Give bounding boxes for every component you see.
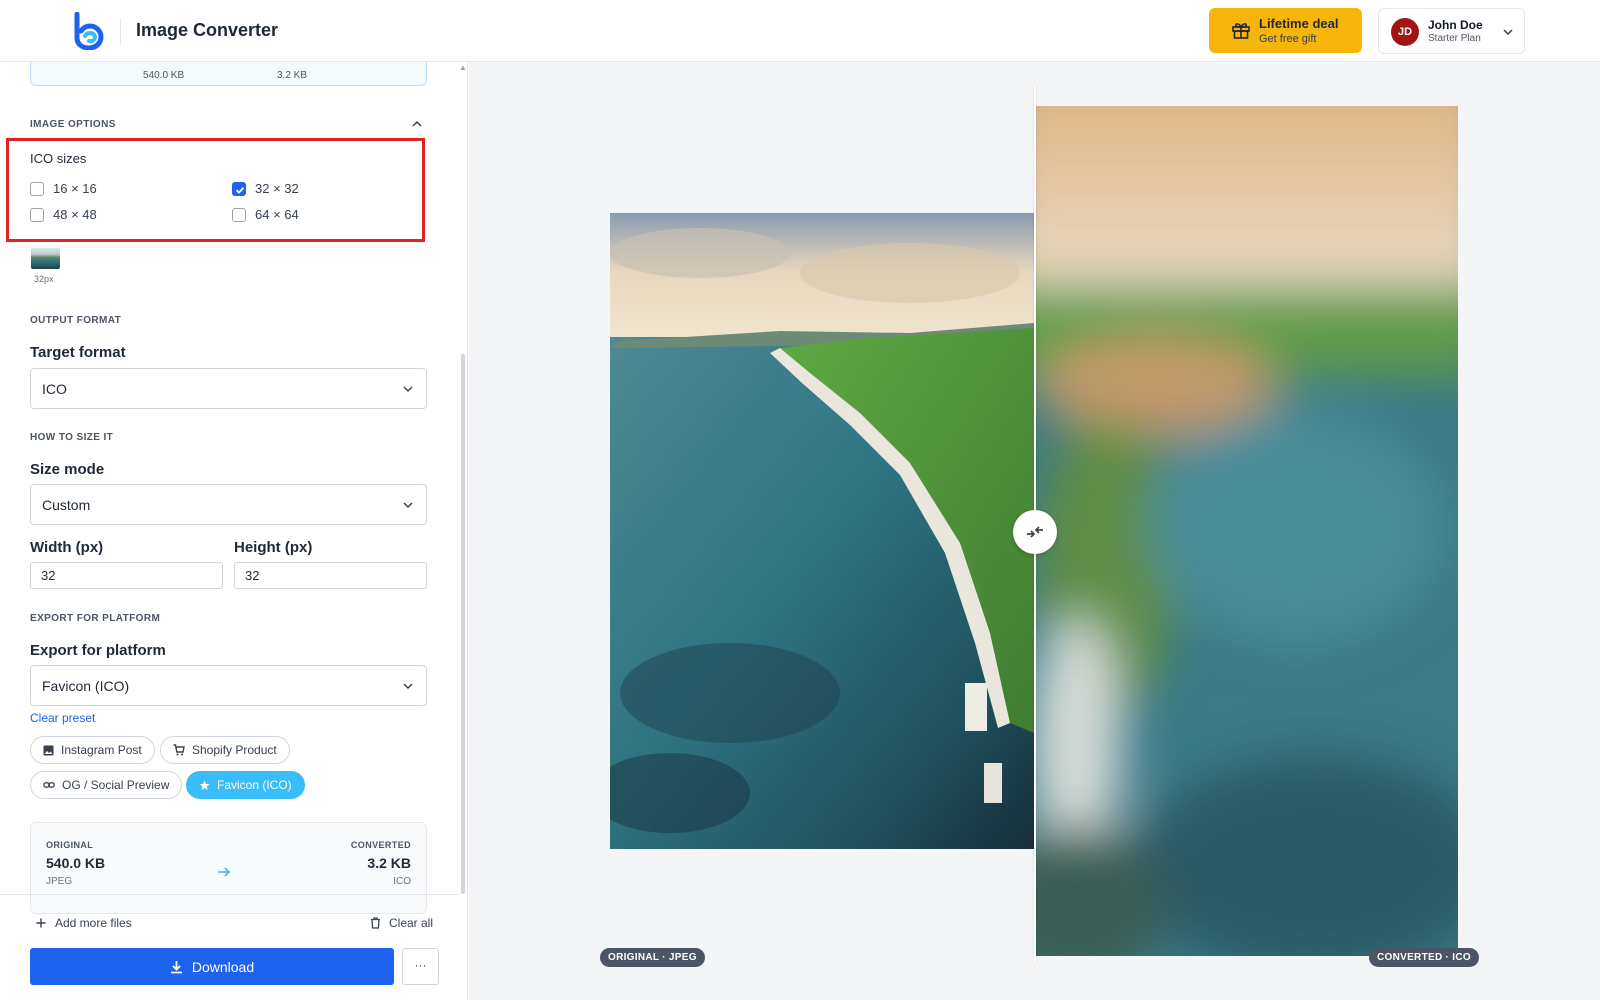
converted-format: ICO (393, 876, 411, 887)
avatar: JD (1391, 18, 1419, 46)
checkbox-box[interactable] (30, 207, 44, 222)
download-label: Download (191, 958, 255, 975)
original-label: ORIGINAL (46, 840, 94, 850)
preset-instagram-post-chip[interactable]: Instagram Post (30, 736, 155, 764)
target-format-select[interactable]: ICO (30, 368, 427, 409)
ico-sizes-title: ICO sizes (30, 151, 87, 166)
height-input[interactable] (234, 562, 427, 589)
ico-size-32-checkbox[interactable]: 32 × 32 (232, 181, 299, 196)
previous-file-summary-card: 540.0 KB 3.2 KB (30, 62, 427, 86)
brand-logo-icon[interactable] (73, 12, 105, 50)
preset-favicon-ico-chip[interactable]: Favicon (ICO) (186, 771, 305, 799)
top-header: Image Converter Lifetime deal Get free g… (0, 0, 1600, 62)
clear-preset-link[interactable]: Clear preset (30, 711, 95, 725)
height-label: Height (px) (234, 539, 313, 556)
chevron-down-icon (403, 386, 413, 393)
plus-icon (36, 918, 46, 928)
size-mode-title: Size mode (30, 461, 105, 478)
export-platform-value: Favicon (ICO) (42, 678, 130, 694)
target-format-value: ICO (42, 381, 67, 397)
ico-size-16-checkbox[interactable]: 16 × 16 (30, 181, 97, 196)
gift-icon (1232, 23, 1250, 39)
original-format-badge: ORIGINAL · JPEG (600, 948, 705, 967)
user-name: John Doe (1428, 18, 1483, 32)
download-button[interactable]: Download (30, 948, 394, 985)
converted-format-badge: CONVERTED · ICO (1369, 948, 1479, 967)
chevron-down-icon (1503, 29, 1513, 36)
converted-size: 3.2 KB (367, 855, 411, 871)
original-image-preview (610, 213, 1034, 849)
ico-preview-thumbnail (31, 248, 60, 269)
comparison-slider-handle[interactable] (1013, 510, 1057, 554)
output-format-section-label: OUTPUT FORMAT (30, 315, 122, 326)
size-mode-select[interactable]: Custom (30, 484, 427, 525)
sizing-section-label: HOW TO SIZE IT (30, 432, 114, 443)
conversion-stats-card: ORIGINAL 540.0 KB JPEG CONVERTED 3.2 KB … (30, 822, 427, 914)
app-title: Image Converter (136, 20, 279, 40)
ico-preview-thumbnail-label: 32px (34, 274, 54, 284)
width-label: Width (px) (30, 539, 104, 556)
arrow-right-icon (218, 867, 231, 877)
chevron-down-icon (403, 502, 413, 509)
user-plan: Starter Plan (1428, 33, 1481, 44)
ico-size-48-checkbox[interactable]: 48 × 48 (30, 207, 97, 222)
previous-original-size: 540.0 KB (143, 70, 185, 81)
original-image-landscape (610, 213, 1034, 849)
export-platform-title: Export for platform (30, 642, 166, 659)
image-icon (43, 745, 54, 755)
clear-all-label: Clear all (389, 916, 434, 930)
comparison-preview-area: ORIGINAL · JPEG CONVERTED · ICO (469, 62, 1600, 1000)
deal-title: Lifetime deal (1259, 16, 1339, 31)
check-icon (235, 186, 245, 194)
ico-size-16-label: 16 × 16 (53, 181, 97, 196)
preset-shopify-product-chip[interactable]: Shopify Product (160, 736, 290, 764)
preset-label: Shopify Product (192, 743, 277, 757)
image-options-section-label: IMAGE OPTIONS (30, 119, 116, 130)
preset-label: OG / Social Preview (62, 778, 170, 792)
collapse-chevron-up-icon[interactable] (411, 118, 423, 130)
deal-subtitle: Get free gift (1259, 33, 1317, 45)
add-more-files-label: Add more files (55, 916, 132, 930)
ico-size-64-checkbox[interactable]: 64 × 64 (232, 207, 299, 222)
target-format-title: Target format (30, 344, 126, 361)
converted-image-preview (1036, 106, 1458, 956)
original-size: 540.0 KB (46, 855, 106, 871)
footer-divider (0, 894, 459, 895)
download-icon (170, 960, 182, 973)
converted-label: CONVERTED (350, 840, 411, 850)
converted-image-blurred (1036, 106, 1458, 956)
preset-label: Favicon (ICO) (217, 778, 292, 792)
cart-icon (173, 744, 185, 756)
preset-label: Instagram Post (61, 743, 142, 757)
checkbox-box[interactable] (30, 181, 44, 196)
ico-size-64-label: 64 × 64 (255, 207, 299, 222)
user-menu[interactable]: JD John Doe Starter Plan (1378, 8, 1525, 54)
platform-section-label: EXPORT FOR PLATFORM (30, 613, 161, 624)
clear-all-button[interactable]: Clear all (370, 916, 433, 930)
sidebar-scrollbar-thumb[interactable] (461, 354, 465, 894)
star-icon (199, 780, 210, 790)
chevron-down-icon (403, 683, 413, 690)
ico-size-48-label: 48 × 48 (53, 207, 97, 222)
size-mode-value: Custom (42, 497, 91, 513)
more-options-button[interactable]: ··· (402, 948, 439, 985)
add-more-files-button[interactable]: Add more files (36, 916, 132, 930)
width-input[interactable] (30, 562, 223, 589)
preset-og-social-preview-chip[interactable]: OG / Social Preview (30, 771, 183, 799)
trash-icon (371, 917, 380, 929)
options-sidebar: ▲ 540.0 KB 3.2 KB IMAGE OPTIONS ICO size… (0, 62, 468, 1000)
link-icon (43, 782, 55, 788)
compare-arrows-icon (1027, 526, 1043, 538)
checkbox-box-checked[interactable] (232, 181, 246, 196)
header-divider (120, 18, 121, 44)
previous-converted-size: 3.2 KB (277, 70, 308, 81)
export-platform-select[interactable]: Favicon (ICO) (30, 665, 427, 706)
checkbox-box[interactable] (232, 207, 246, 222)
original-format: JPEG (46, 876, 73, 887)
ico-size-32-label: 32 × 32 (255, 181, 299, 196)
scroll-up-arrow-icon[interactable]: ▲ (459, 63, 467, 72)
lifetime-deal-button[interactable]: Lifetime deal Get free gift (1209, 8, 1362, 53)
